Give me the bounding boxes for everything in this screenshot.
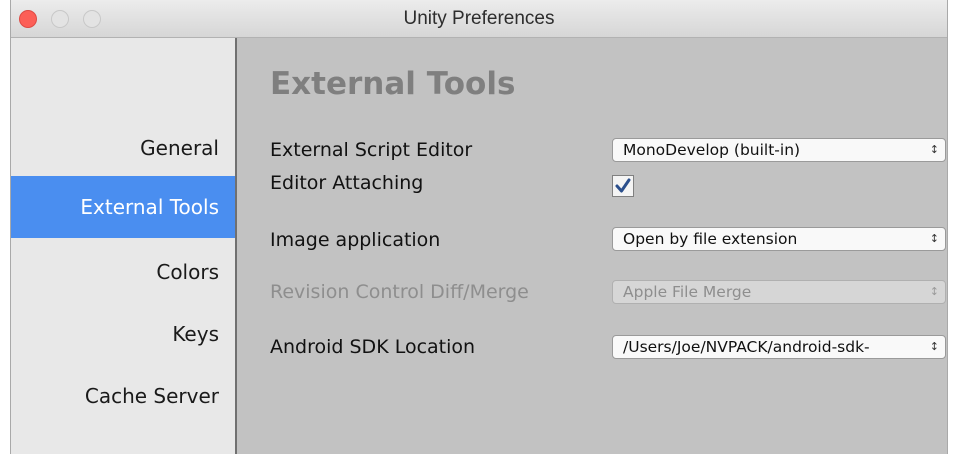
preferences-window: Unity Preferences General External Tools… — [10, 0, 948, 454]
script-editor-popup[interactable]: MonoDevelop (built-in) ↕ — [612, 138, 946, 162]
android-sdk-popup[interactable]: /Users/Joe/NVPACK/android-sdk- ↕ — [612, 335, 946, 359]
preferences-sidebar: General External Tools Colors Keys Cache… — [11, 38, 237, 454]
image-application-popup[interactable]: Open by file extension ↕ — [612, 227, 946, 251]
revision-diff-value: Apple File Merge — [623, 283, 752, 301]
script-editor-value: MonoDevelop (built-in) — [623, 141, 801, 159]
up-down-arrows-icon: ↕ — [929, 340, 939, 353]
revision-diff-label: Revision Control Diff/Merge — [270, 281, 529, 303]
sidebar-item-external-tools[interactable]: External Tools — [11, 176, 235, 238]
up-down-arrows-icon: ↕ — [929, 285, 939, 298]
sidebar-item-colors[interactable]: Colors — [11, 241, 235, 303]
up-down-arrows-icon: ↕ — [929, 143, 939, 156]
image-application-value: Open by file extension — [623, 230, 798, 248]
up-down-arrows-icon: ↕ — [929, 232, 939, 245]
panel-heading: External Tools — [270, 66, 516, 102]
checkmark-icon — [615, 178, 631, 193]
sidebar-item-cache-server[interactable]: Cache Server — [11, 365, 235, 427]
image-application-label: Image application — [270, 229, 441, 251]
external-tools-panel: External Tools External Script Editor Mo… — [237, 38, 947, 454]
window-title: Unity Preferences — [403, 8, 555, 29]
sidebar-item-general[interactable]: General — [11, 117, 235, 179]
script-editor-label: External Script Editor — [270, 139, 473, 161]
editor-attaching-label: Editor Attaching — [270, 172, 424, 194]
title-bar[interactable]: Unity Preferences — [11, 0, 947, 38]
editor-attaching-checkbox[interactable] — [612, 175, 634, 197]
android-sdk-value: /Users/Joe/NVPACK/android-sdk- — [623, 338, 870, 356]
sidebar-item-keys[interactable]: Keys — [11, 303, 235, 365]
revision-diff-popup: Apple File Merge ↕ — [612, 280, 946, 304]
android-sdk-label: Android SDK Location — [270, 336, 476, 358]
